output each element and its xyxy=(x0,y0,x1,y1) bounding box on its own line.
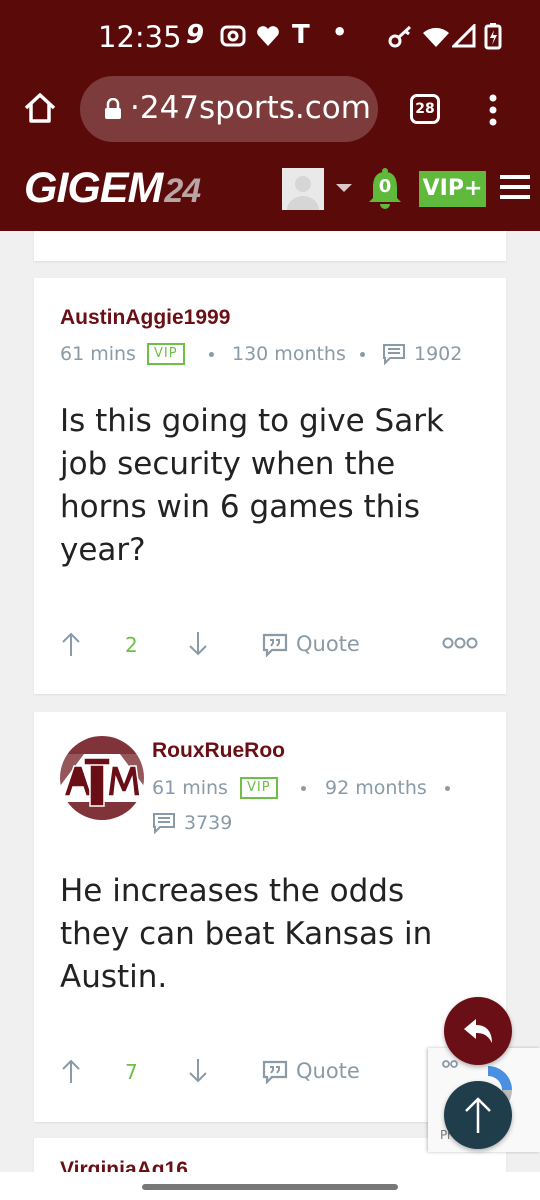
logo-number: 24 xyxy=(164,172,201,210)
reply-button[interactable] xyxy=(444,997,512,1065)
dot-icon: • xyxy=(332,18,348,46)
vote-count: 2 xyxy=(125,633,138,657)
instagram-icon xyxy=(220,25,246,47)
vip-plus-button[interactable]: VIP+ xyxy=(419,171,486,207)
post-count: 1902 xyxy=(414,343,463,365)
post-body: He increases the odds they can beat Kans… xyxy=(60,873,433,995)
previous-post-card xyxy=(34,231,506,261)
quote-icon[interactable] xyxy=(262,1060,288,1084)
arrow-up-icon[interactable] xyxy=(60,1058,82,1084)
quote-icon[interactable] xyxy=(262,633,288,657)
post-username[interactable]: AustinAggie1999 xyxy=(60,306,230,330)
quote-button[interactable]: Quote xyxy=(296,632,360,656)
url-text: ·247sports.com xyxy=(130,90,371,126)
texas-am-logo-avatar[interactable] xyxy=(60,736,144,820)
home-icon[interactable] xyxy=(22,90,58,126)
status-bar: 12:35 9 T • xyxy=(0,0,540,72)
vote-count: 7 xyxy=(125,1060,138,1084)
membership-duration: 130 months xyxy=(232,343,346,365)
arrow-up-icon xyxy=(465,1097,491,1133)
post-time: 61 mins xyxy=(60,343,136,365)
post-count: 3739 xyxy=(184,812,233,834)
reply-icon xyxy=(464,1019,492,1043)
vip-badge: VIP xyxy=(147,343,185,365)
logo-text: GIGEM xyxy=(24,164,163,212)
separator-dot xyxy=(445,786,450,791)
signal-icon xyxy=(452,24,476,48)
gesture-handle[interactable] xyxy=(142,1184,398,1190)
tab-switcher-button[interactable]: 28 xyxy=(410,94,440,124)
membership-duration: 92 months xyxy=(325,777,427,799)
status-time: 12:35 xyxy=(98,20,182,54)
arrow-down-icon[interactable] xyxy=(187,1058,209,1084)
scroll-to-top-button[interactable] xyxy=(444,1081,512,1149)
notification-count: 0 xyxy=(378,176,392,197)
user-avatar[interactable] xyxy=(282,168,324,210)
chevron-down-icon[interactable] xyxy=(336,184,352,192)
key-icon xyxy=(388,25,412,48)
arrow-up-icon[interactable] xyxy=(60,631,82,657)
navigation-gesture-area xyxy=(0,1172,540,1200)
default-avatar-icon xyxy=(287,176,319,210)
site-header: GIGEM24 0 VIP+ xyxy=(0,154,540,231)
more-options-icon[interactable] xyxy=(442,636,478,650)
hamburger-menu-icon[interactable] xyxy=(500,172,530,202)
post-count-icon xyxy=(383,344,405,365)
browser-toolbar: ·247sports.com 28 xyxy=(0,72,540,154)
separator-dot xyxy=(301,786,306,791)
arrow-down-icon[interactable] xyxy=(187,631,209,657)
vip-badge: VIP xyxy=(240,777,278,799)
more-vert-icon[interactable] xyxy=(483,90,503,130)
address-bar[interactable]: ·247sports.com xyxy=(80,76,378,142)
post-count-icon xyxy=(153,813,175,834)
post-time: 61 mins xyxy=(152,777,228,799)
nine-icon: 9 xyxy=(186,20,205,50)
post-username[interactable]: RouxRueRoo xyxy=(152,739,285,763)
separator-dot xyxy=(209,352,214,357)
site-logo[interactable]: GIGEM24 xyxy=(24,164,201,213)
wifi-icon xyxy=(423,27,449,47)
forum-post: AustinAggie1999 61 mins VIP 130 months 1… xyxy=(34,278,506,694)
separator-dot xyxy=(360,352,365,357)
battery-icon xyxy=(484,23,502,50)
post-body: Is this going to give Sark job security … xyxy=(60,403,444,568)
t-mobile-icon: T xyxy=(292,20,310,50)
quote-button[interactable]: Quote xyxy=(296,1059,360,1083)
heart-icon xyxy=(257,26,279,46)
lock-icon xyxy=(105,98,121,119)
